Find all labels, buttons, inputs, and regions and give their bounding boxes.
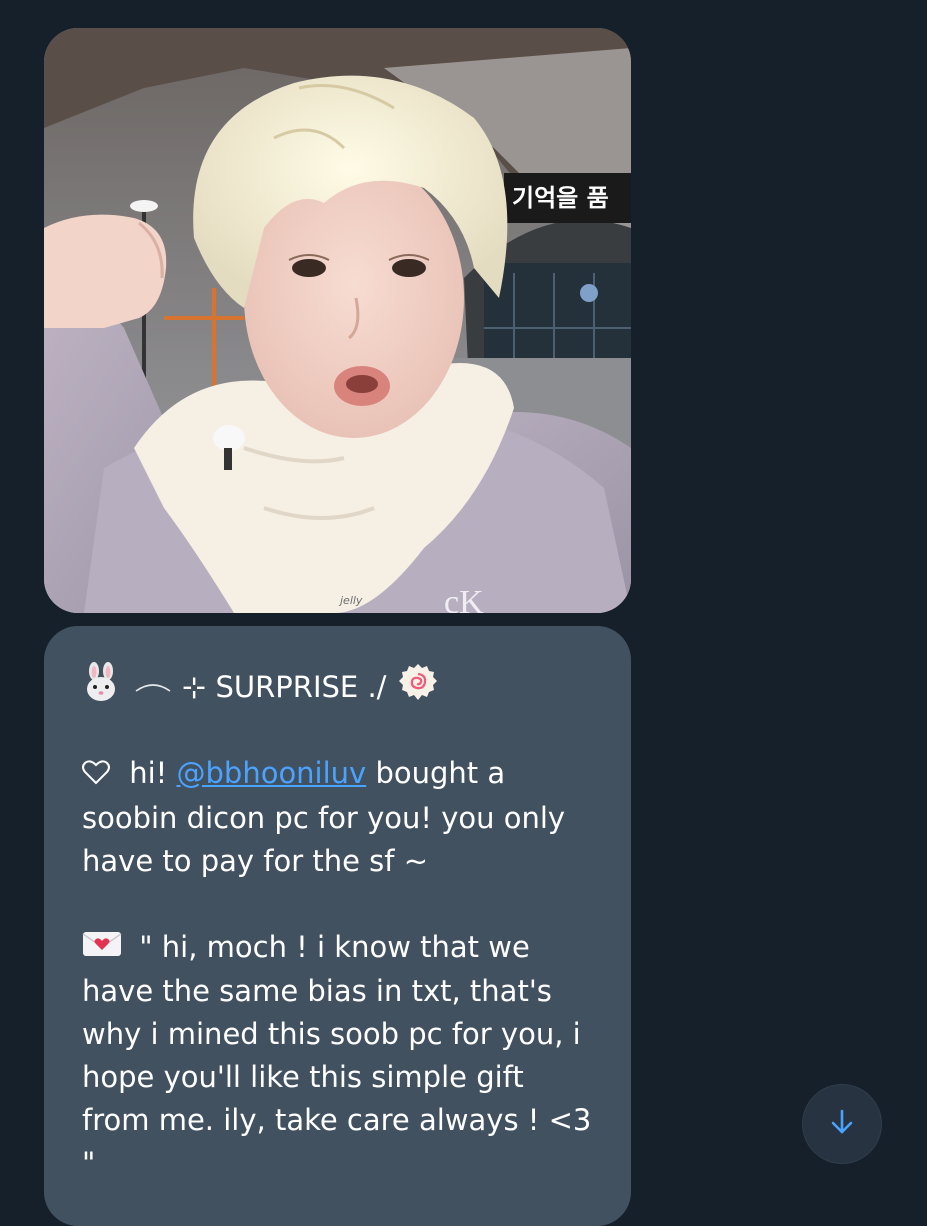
quote-line-5: from me. ily, take care always ! <3 [82,1103,592,1137]
heart-outline-icon [82,754,110,797]
quote-line-6: " [82,1146,96,1180]
message-header: ⊹ SURPRISE ./ [82,661,601,709]
fish-cake-icon [398,662,438,714]
arrow-down-icon [829,1108,855,1140]
message-bubble: ⊹ SURPRISE ./ hi! @bbhooniluv bought a s… [44,626,631,1226]
message-line-2: soobin dicon pc for you! you only [82,800,566,835]
jacket-logo: cK [444,584,484,613]
love-letter-icon [82,927,122,970]
scroll-to-bottom-button[interactable] [802,1084,882,1164]
swoosh-icon [134,666,172,709]
message-line-1: hi! @bbhooniluv bought a [82,752,601,797]
tunnel-sign: 기억을 품 [512,184,609,212]
photo-watermark: jelly [338,594,363,607]
rabbit-face-icon [82,661,120,714]
photo-message[interactable]: 기억을 품 cK jelly [44,28,631,613]
message-title: ⊹ SURPRISE ./ [182,670,387,704]
quote-line-3: why i mined this soob pc for you, i [82,1017,581,1051]
quote-line-2: have the same bias in txt, that's [82,974,552,1008]
quote-line-1: " hi, moch ! i know that we [82,926,601,971]
soobin-photo: 기억을 품 cK jelly [44,28,631,613]
message-line-3: have to pay for the sf ~ [82,843,429,878]
user-mention-link[interactable]: @bbhooniluv [177,756,367,790]
quote-line-4: hope you'll like this simple gift [82,1060,524,1094]
